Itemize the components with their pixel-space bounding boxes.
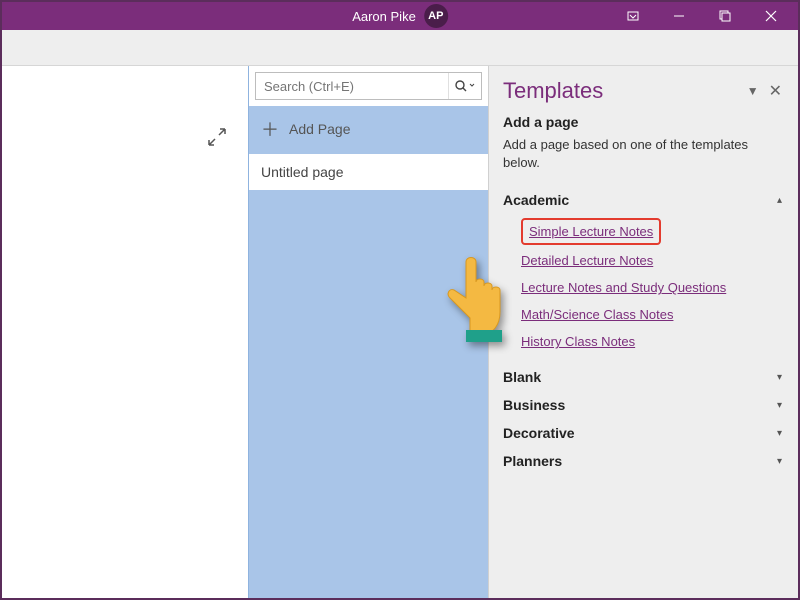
- pointer-hand-icon: [432, 242, 522, 347]
- close-button[interactable]: [748, 2, 794, 30]
- category-decorative[interactable]: Decorative ▾: [503, 419, 782, 447]
- chevron-down-icon: ▾: [777, 456, 782, 467]
- chevron-up-icon: ▴: [777, 195, 782, 206]
- workspace: ＋ Add Page Untitled page Templates ▼ ✕ A…: [2, 66, 798, 598]
- note-canvas[interactable]: [2, 66, 248, 598]
- highlighted-template: Simple Lecture Notes: [521, 218, 661, 245]
- add-page-heading: Add a page: [503, 114, 782, 130]
- close-pane-button[interactable]: ✕: [769, 81, 782, 101]
- search-input[interactable]: [256, 79, 448, 94]
- user-name: Aaron Pike: [352, 9, 416, 24]
- add-page-description: Add a page based on one of the templates…: [503, 136, 782, 172]
- template-lecture-notes-study-questions[interactable]: Lecture Notes and Study Questions: [521, 274, 782, 301]
- template-detailed-lecture-notes[interactable]: Detailed Lecture Notes: [521, 247, 782, 274]
- chevron-down-icon: ▾: [777, 428, 782, 439]
- category-academic[interactable]: Academic ▴: [503, 186, 782, 214]
- title-bar: Aaron Pike AP: [2, 2, 798, 30]
- academic-template-list: Simple Lecture Notes Detailed Lecture No…: [503, 214, 782, 363]
- category-business[interactable]: Business ▾: [503, 391, 782, 419]
- expand-icon[interactable]: [206, 126, 228, 153]
- ribbon-display-button[interactable]: [610, 2, 656, 30]
- template-math-science-notes[interactable]: Math/Science Class Notes: [521, 301, 782, 328]
- search-row: [249, 66, 488, 106]
- minimize-button[interactable]: [656, 2, 702, 30]
- chevron-down-icon: ▾: [777, 372, 782, 383]
- add-page-button[interactable]: ＋ Add Page: [249, 106, 488, 152]
- template-history-class-notes[interactable]: History Class Notes: [521, 328, 782, 355]
- search-icon[interactable]: [448, 73, 481, 99]
- add-page-label: Add Page: [289, 121, 351, 137]
- plus-icon: ＋: [261, 116, 279, 142]
- chevron-down-icon: ▾: [777, 400, 782, 411]
- search-box[interactable]: [255, 72, 482, 100]
- maximize-button[interactable]: [702, 2, 748, 30]
- category-blank[interactable]: Blank ▾: [503, 363, 782, 391]
- avatar[interactable]: AP: [424, 4, 448, 28]
- ribbon-area: [2, 30, 798, 66]
- pane-options-button[interactable]: ▼: [747, 84, 759, 98]
- templates-title: Templates: [503, 78, 737, 104]
- templates-pane: Templates ▼ ✕ Add a page Add a page base…: [488, 66, 798, 598]
- page-item[interactable]: Untitled page: [249, 154, 488, 190]
- category-planners[interactable]: Planners ▾: [503, 447, 782, 475]
- template-simple-lecture-notes[interactable]: Simple Lecture Notes: [529, 222, 653, 241]
